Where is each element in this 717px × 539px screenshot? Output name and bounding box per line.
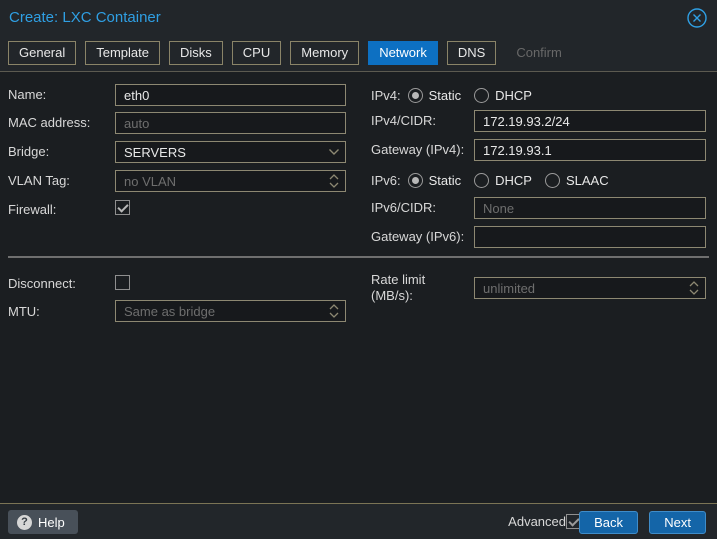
spinner-up-down-icon[interactable] (688, 277, 700, 299)
ipv6-dhcp-label: DHCP (495, 173, 532, 188)
tab-general[interactable]: General (8, 41, 76, 65)
ipv6-slaac-radio[interactable]: SLAAC (545, 173, 609, 188)
ipv4-dhcp-label: DHCP (495, 88, 532, 103)
radio-icon[interactable] (474, 173, 489, 188)
ipv6-static-label: Static (429, 173, 462, 188)
ipv6-cidr-label: IPv6/CIDR: (371, 200, 436, 216)
mac-field[interactable] (115, 112, 346, 134)
tab-network[interactable]: Network (368, 41, 438, 65)
next-button[interactable]: Next (649, 511, 706, 534)
firewall-label: Firewall: (8, 202, 56, 218)
ipv4-static-label: Static (429, 88, 462, 103)
ipv6-mode-group: IPv6: Static DHCP SLAAC (371, 172, 622, 188)
radio-icon[interactable] (474, 88, 489, 103)
tab-dns[interactable]: DNS (447, 41, 496, 65)
help-button-label: Help (38, 515, 65, 530)
spinner-up-down-icon[interactable] (328, 170, 340, 192)
radio-selected-icon[interactable] (408, 88, 423, 103)
bridge-select-value[interactable] (115, 141, 346, 163)
rate-limit-label: Rate limit (MB/s): (371, 272, 469, 304)
mtu-spinner-value[interactable] (115, 300, 346, 322)
ipv6-static-radio[interactable]: Static (408, 173, 462, 188)
bridge-label: Bridge: (8, 144, 49, 160)
dialog-title: Create: LXC Container (9, 9, 161, 26)
advanced-label: Advanced (508, 514, 566, 529)
gateway6-field[interactable] (474, 226, 706, 248)
mac-label: MAC address: (8, 115, 90, 131)
spinner-up-down-icon[interactable] (328, 300, 340, 322)
ipv4-static-radio[interactable]: Static (408, 88, 462, 103)
name-label: Name: (8, 87, 46, 103)
radio-selected-icon[interactable] (408, 173, 423, 188)
dialog-footer: ? Help Advanced Back Next (0, 503, 717, 539)
tab-memory[interactable]: Memory (290, 41, 359, 65)
disconnect-label: Disconnect: (8, 276, 76, 292)
radio-icon[interactable] (545, 173, 560, 188)
tab-template[interactable]: Template (85, 41, 160, 65)
mtu-spinner[interactable] (115, 300, 346, 322)
tab-disks[interactable]: Disks (169, 41, 223, 65)
ipv6-slaac-label: SLAAC (566, 173, 609, 188)
gateway4-field[interactable] (474, 139, 706, 161)
disconnect-checkbox[interactable] (115, 275, 130, 290)
gateway4-label: Gateway (IPv4): (371, 142, 464, 158)
close-icon[interactable] (686, 7, 708, 29)
back-button[interactable]: Back (579, 511, 638, 534)
name-field[interactable] (115, 84, 346, 106)
gateway6-label: Gateway (IPv6): (371, 229, 464, 245)
mtu-label: MTU: (8, 304, 40, 320)
chevron-down-icon[interactable] (328, 141, 340, 163)
ipv6-dhcp-radio[interactable]: DHCP (474, 173, 532, 188)
vlan-spinner-value[interactable] (115, 170, 346, 192)
ipv6-cidr-field[interactable] (474, 197, 706, 219)
question-icon: ? (17, 515, 32, 530)
tab-cpu[interactable]: CPU (232, 41, 281, 65)
create-lxc-container-dialog: Create: LXC Container General Template D… (0, 0, 717, 539)
ipv4-dhcp-radio[interactable]: DHCP (474, 88, 532, 103)
tab-bar: General Template Disks CPU Memory Networ… (8, 41, 573, 65)
firewall-checkbox[interactable] (115, 200, 130, 215)
vlan-spinner[interactable] (115, 170, 346, 192)
section-divider (8, 256, 709, 258)
ipv6-label: IPv6: (371, 173, 401, 188)
ipv4-mode-group: IPv4: Static DHCP (371, 87, 545, 103)
ipv4-label: IPv4: (371, 88, 401, 103)
bridge-select[interactable] (115, 141, 346, 163)
ipv4-cidr-field[interactable] (474, 110, 706, 132)
rate-limit-spinner[interactable] (474, 277, 706, 299)
ipv4-cidr-label: IPv4/CIDR: (371, 113, 436, 129)
dialog-header: Create: LXC Container General Template D… (0, 0, 717, 72)
tab-confirm: Confirm (505, 41, 573, 65)
help-button[interactable]: ? Help (8, 510, 78, 534)
rate-limit-spinner-value[interactable] (474, 277, 706, 299)
vlan-label: VLAN Tag: (8, 173, 70, 189)
